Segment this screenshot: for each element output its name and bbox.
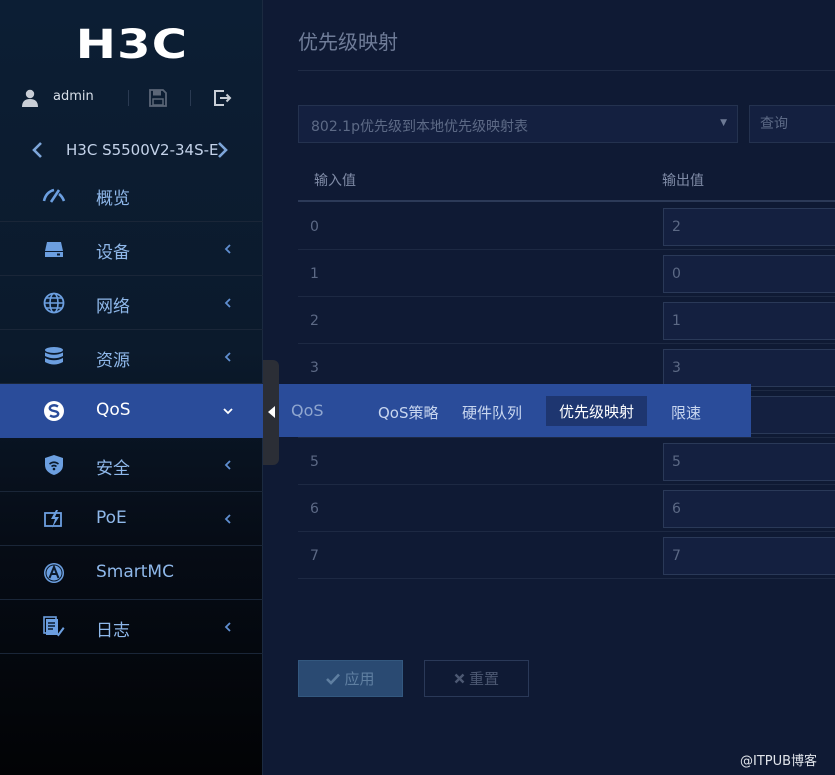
priority-map-select[interactable]: 802.1p优先级到本地优先级映射表 ▼ bbox=[298, 105, 738, 143]
output-value-field[interactable]: 6 bbox=[663, 490, 835, 528]
submenu-item-qos-policy[interactable]: QoS策略 bbox=[378, 402, 439, 423]
submenu-item-priority-mapping[interactable]: 优先级映射 bbox=[546, 396, 648, 426]
sidebar-item-label: 资源 bbox=[96, 351, 130, 371]
sidebar-item-device[interactable]: 设备 bbox=[0, 222, 263, 276]
table-row: 6 6 bbox=[298, 485, 835, 532]
save-icon[interactable] bbox=[148, 88, 168, 108]
smartmc-icon bbox=[44, 563, 64, 583]
flyout-collapse-handle[interactable] bbox=[263, 360, 279, 465]
reset-label: 重置 bbox=[468, 670, 499, 688]
page-title: 优先级映射 bbox=[298, 30, 398, 54]
input-value: 1 bbox=[310, 266, 319, 282]
sidebar-item-label: SmartMC bbox=[96, 562, 174, 582]
user-bar: admin bbox=[0, 80, 263, 118]
chevron-left-icon bbox=[224, 352, 231, 362]
divider bbox=[128, 90, 129, 106]
input-value: 2 bbox=[310, 313, 319, 329]
close-icon bbox=[454, 673, 465, 684]
table-row: 5 5 bbox=[298, 438, 835, 485]
device-icon bbox=[45, 242, 63, 257]
input-value: 0 bbox=[310, 219, 319, 235]
table-header: 输入值 输出值 bbox=[298, 156, 835, 202]
sidebar-item-qos[interactable]: QoS bbox=[0, 384, 263, 438]
chevron-left-icon[interactable] bbox=[30, 140, 46, 160]
reset-button[interactable]: 重置 bbox=[424, 660, 529, 697]
chevron-left-icon bbox=[224, 460, 231, 470]
sidebar-item-overview[interactable]: 概览 bbox=[0, 168, 263, 222]
sidebar-item-network[interactable]: 网络 bbox=[0, 276, 263, 330]
sidebar-item-label: 设备 bbox=[96, 243, 130, 263]
chevron-left-icon bbox=[224, 514, 231, 524]
output-value-field[interactable]: 3 bbox=[663, 349, 835, 387]
sidebar-item-smartmc[interactable]: SmartMC bbox=[0, 546, 263, 600]
qos-submenu: QoS QoS策略 硬件队列 优先级映射 限速 bbox=[279, 384, 751, 437]
sidebar-item-log[interactable]: 日志 bbox=[0, 600, 263, 654]
log-icon bbox=[43, 616, 65, 637]
device-name: H3C S5500V2-34S-E bbox=[66, 141, 219, 159]
select-value: 802.1p优先级到本地优先级映射表 bbox=[311, 119, 528, 135]
chevron-down-icon bbox=[223, 408, 233, 415]
qos-icon bbox=[44, 401, 64, 421]
output-value-field[interactable]: 7 bbox=[663, 537, 835, 575]
sidebar-item-poe[interactable]: PoE bbox=[0, 492, 263, 546]
caret-left-icon bbox=[268, 406, 275, 418]
apply-button[interactable]: 应用 bbox=[298, 660, 403, 697]
sidebar-item-label: 日志 bbox=[96, 621, 130, 641]
input-value: 6 bbox=[310, 501, 319, 517]
chevron-left-icon bbox=[224, 298, 231, 308]
chevron-left-icon bbox=[224, 622, 231, 632]
submenu-title: QoS bbox=[291, 401, 324, 420]
caret-down-icon: ▼ bbox=[720, 118, 727, 128]
sidebar-item-label: 安全 bbox=[96, 459, 130, 479]
apply-label: 应用 bbox=[344, 670, 375, 688]
title-divider bbox=[298, 70, 835, 71]
query-input[interactable] bbox=[749, 105, 835, 143]
h3c-logo: H3C bbox=[75, 22, 189, 68]
column-header-output: 输出值 bbox=[662, 173, 704, 189]
speedometer-icon bbox=[42, 188, 66, 203]
database-icon bbox=[45, 347, 63, 365]
sidebar-item-security[interactable]: 安全 bbox=[0, 438, 263, 492]
table-row: 0 2 bbox=[298, 203, 835, 250]
logout-icon[interactable] bbox=[212, 88, 232, 108]
sidebar-item-label: 概览 bbox=[96, 189, 130, 209]
chevron-left-icon bbox=[224, 244, 231, 254]
input-value: 7 bbox=[310, 548, 319, 564]
table-row: 1 0 bbox=[298, 250, 835, 297]
sidebar: H3C admin H3C S5500V2-34S-E 概览 设备 网络 资源 … bbox=[0, 0, 263, 775]
sidebar-item-label: PoE bbox=[96, 508, 127, 528]
submenu-item-rate-limit[interactable]: 限速 bbox=[671, 402, 701, 423]
watermark: @ITPUB博客 bbox=[740, 754, 818, 769]
input-value: 5 bbox=[310, 454, 319, 470]
output-value-field[interactable]: 0 bbox=[663, 255, 835, 293]
user-icon bbox=[22, 89, 38, 107]
submenu-item-hardware-queue[interactable]: 硬件队列 bbox=[462, 402, 522, 423]
sidebar-item-resource[interactable]: 资源 bbox=[0, 330, 263, 384]
output-value-field[interactable]: 1 bbox=[663, 302, 835, 340]
output-value-field[interactable]: 2 bbox=[663, 208, 835, 246]
device-switcher: H3C S5500V2-34S-E bbox=[0, 132, 263, 168]
column-header-input: 输入值 bbox=[314, 173, 356, 189]
user-name[interactable]: admin bbox=[53, 89, 94, 104]
shield-wifi-icon bbox=[45, 455, 63, 475]
sidebar-item-label: QoS bbox=[96, 400, 131, 420]
output-value-field[interactable]: 5 bbox=[663, 443, 835, 481]
poe-icon bbox=[44, 510, 62, 528]
sidebar-item-label: 网络 bbox=[96, 297, 130, 317]
globe-icon bbox=[43, 292, 65, 314]
chevron-right-icon[interactable] bbox=[214, 140, 230, 160]
table-row: 7 7 bbox=[298, 532, 835, 579]
table-row: 2 1 bbox=[298, 297, 835, 344]
divider bbox=[190, 90, 191, 106]
input-value: 3 bbox=[310, 360, 319, 376]
check-icon bbox=[326, 673, 341, 685]
